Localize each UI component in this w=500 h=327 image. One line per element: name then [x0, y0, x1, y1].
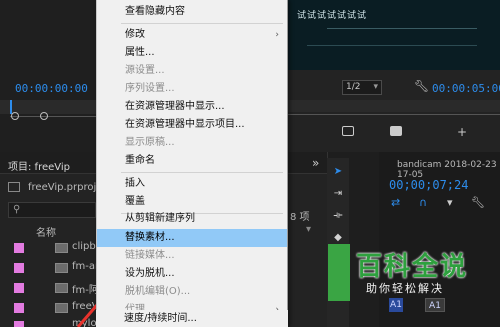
resolution-select[interactable]: 1/2 ▾ — [342, 80, 382, 95]
watermark-subtitle: 助你轻松解决 — [366, 282, 444, 295]
source-timecode[interactable]: 00:00:00:00 — [15, 82, 88, 95]
project-tab[interactable]: 项目: freeVip — [8, 158, 70, 173]
menu-item-show-source: 显示原稿... — [125, 137, 175, 148]
label-swatch — [14, 321, 24, 327]
label-swatch — [14, 243, 24, 253]
zoom-handle-right-icon[interactable] — [40, 112, 48, 120]
watermark-logo-icon — [328, 244, 350, 301]
menu-item-link-media: 链接媒体... — [125, 250, 175, 261]
ripple-edit-tool-icon[interactable]: ⟛ — [332, 210, 344, 222]
program-video-frame: 试试试试试试试 — [287, 0, 500, 70]
linked-selection-icon[interactable]: ∩ — [419, 196, 427, 209]
collapse-icon[interactable]: ▾ — [306, 224, 311, 235]
tools-panel: ➤ ⇥ ⟛ ◆ ⇔ ✎ — [327, 158, 349, 327]
search-icon: ⚲ — [13, 204, 21, 215]
menu-item-reveal-in-project[interactable]: 在资源管理器中显示项目... — [97, 116, 287, 134]
context-menu: 查看隐藏内容 修改 › 属性... 源设置... 序列设置... 在资源管理器中… — [96, 0, 288, 327]
search-input[interactable]: ⚲ — [8, 202, 96, 218]
menu-separator — [121, 172, 283, 173]
menu-item-make-offline[interactable]: 设为脱机... — [97, 265, 287, 283]
source-ruler — [10, 116, 96, 117]
video-frame-text: 试试试试试试试 — [297, 11, 368, 21]
menu-item-sequence-settings: 序列设置... — [125, 83, 175, 94]
menu-item-insert[interactable]: 插入 — [97, 175, 287, 193]
item-count: 8 项 — [290, 212, 310, 223]
menu-item-new-sequence-from-clip[interactable]: 从剪辑新建序列 — [97, 210, 287, 228]
program-monitor-controls: 1/2 ▾ 🔧︎ 00:00:05:00 + — [287, 70, 500, 152]
menu-item-source-settings: 源设置... — [125, 65, 165, 76]
menu-bottom: 速度/持续时间... — [96, 310, 288, 327]
menu-item-label: 修改 — [125, 29, 145, 40]
camera-icon[interactable] — [390, 126, 402, 136]
timeline-timecode[interactable]: 00;00;07;24 — [389, 178, 468, 192]
menu-item-modify[interactable]: 修改 › — [97, 26, 287, 44]
column-header-name[interactable]: 名称 — [36, 224, 56, 239]
zoom-handle-left-icon[interactable] — [11, 112, 19, 120]
track-select-tool-icon[interactable]: ⇥ — [332, 188, 344, 200]
menu-item-edit-offline: 脱机编辑(O)... — [125, 286, 191, 297]
razor-tool-icon[interactable]: ◆ — [332, 232, 344, 244]
bin-icon — [8, 182, 20, 192]
resolution-value: 1/2 — [346, 82, 361, 92]
label-swatch — [14, 263, 24, 273]
submenu-arrow-icon: › — [275, 30, 279, 40]
sequence-tab[interactable]: bandicam 2018-02-23 17-05 — [397, 160, 500, 180]
menu-item-rename[interactable]: 重命名 — [97, 152, 287, 170]
watermark: 百科全说 助你轻松解决 — [328, 244, 500, 301]
timeline-wrench-icon[interactable]: 🔧︎ — [471, 196, 485, 209]
export-frame-icon[interactable] — [342, 126, 354, 136]
menu-item-reveal-in-explorer[interactable]: 在资源管理器中显示... — [97, 98, 287, 116]
project-filename: freeVip.prproj — [28, 182, 97, 193]
label-swatch — [14, 303, 24, 313]
program-duration: 00:00:05:00 — [432, 82, 500, 95]
wrench-icon[interactable]: 🔧︎ — [414, 79, 429, 93]
program-scrub-bar[interactable] — [287, 100, 500, 112]
snap-icon[interactable]: ⇄ — [391, 196, 400, 209]
menu-item-properties[interactable]: 属性... — [97, 44, 287, 62]
marker-icon[interactable]: ▾ — [447, 196, 453, 209]
selection-tool-icon[interactable]: ➤ — [332, 166, 344, 178]
menu-item-speed-duration[interactable]: 速度/持续时间... — [96, 310, 286, 327]
chevron-down-icon: ▾ — [373, 82, 378, 92]
menu-separator — [121, 23, 283, 24]
menu-item-overwrite[interactable]: 覆盖 — [97, 193, 287, 211]
menu-item-replace-footage[interactable]: 替换素材... — [97, 229, 287, 247]
add-button-icon[interactable]: + — [457, 125, 467, 139]
premiere-window: 00:00:00:00 试试试试试试试 1/2 ▾ 🔧︎ 00:00:05:00… — [0, 0, 500, 327]
panel-menu-icon[interactable]: » — [312, 156, 319, 170]
source-monitor: 00:00:00:00 — [0, 0, 96, 152]
watermark-title: 百科全说 — [356, 252, 469, 282]
menu-item-view-hidden[interactable]: 查看隐藏内容 — [97, 3, 287, 21]
label-swatch — [14, 283, 24, 293]
